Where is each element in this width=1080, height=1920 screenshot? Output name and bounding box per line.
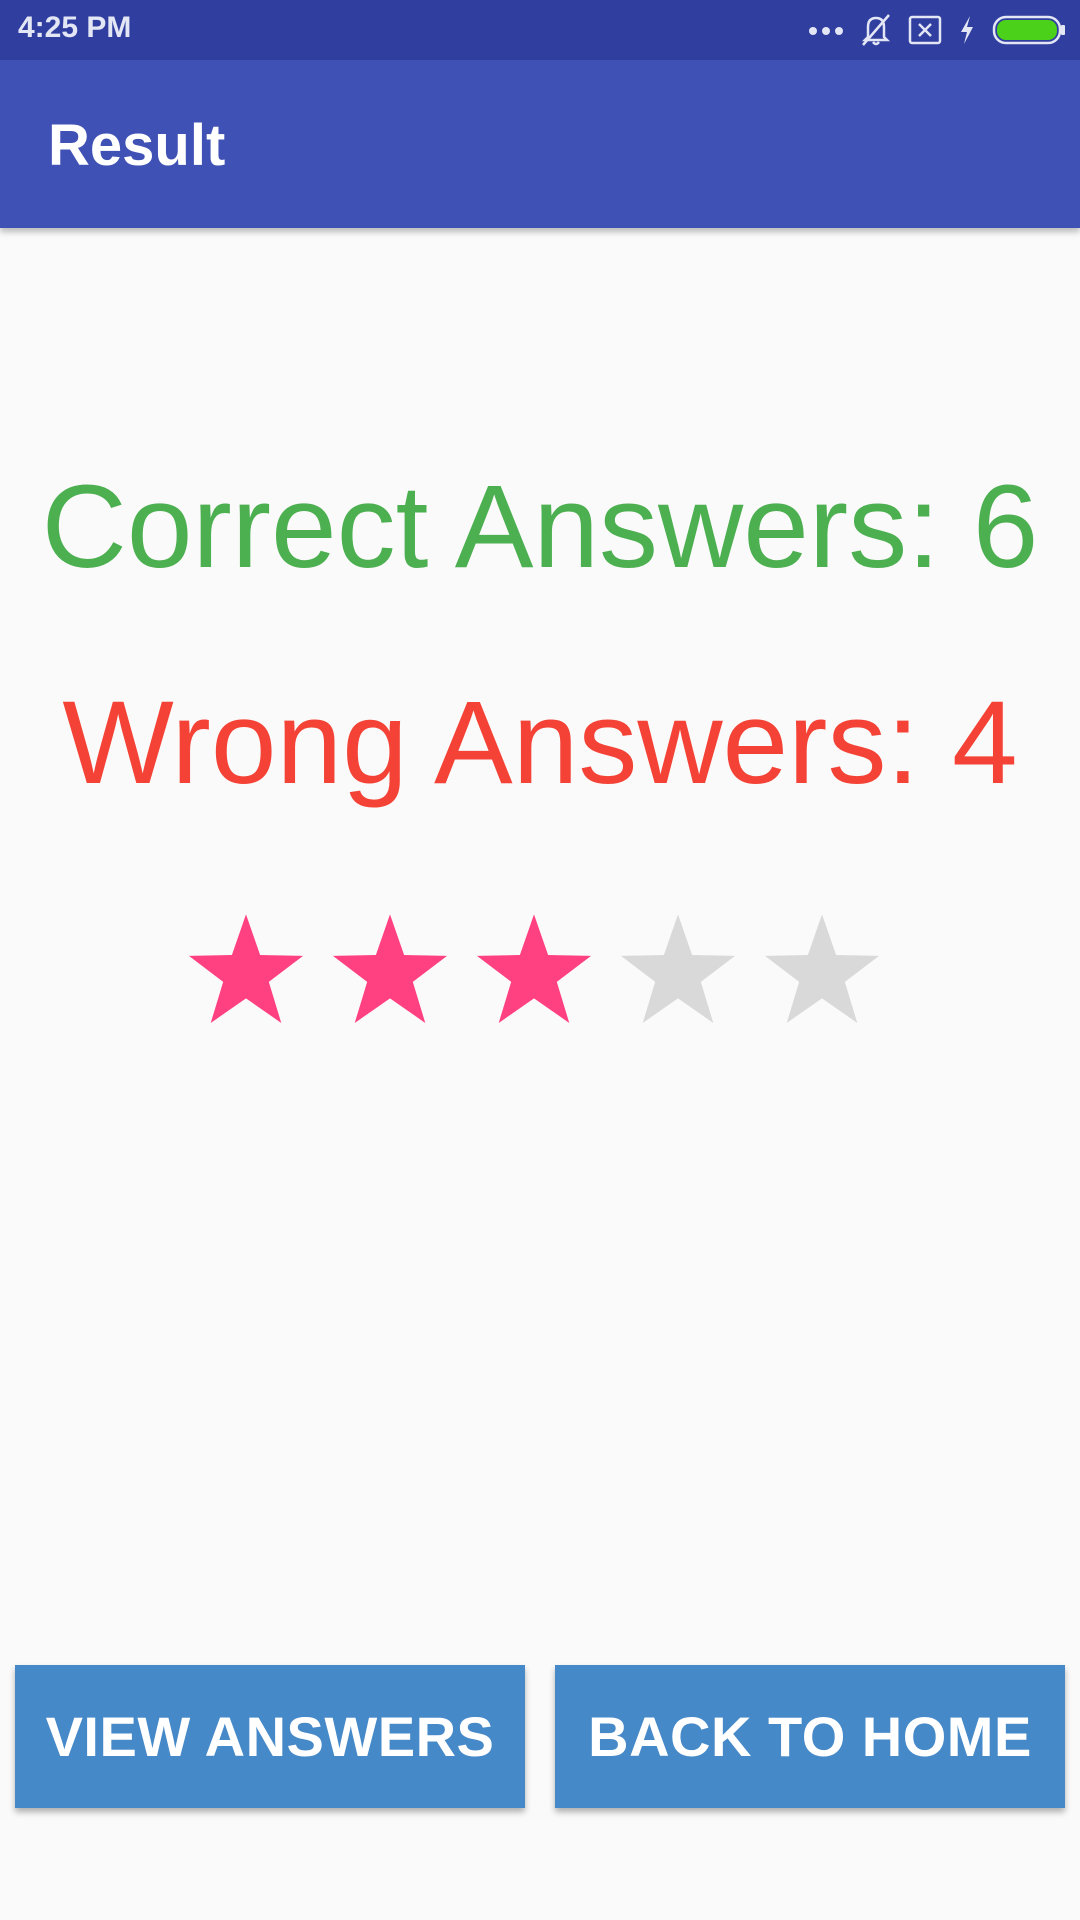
status-icons [808,10,1066,50]
star-icon[interactable] [330,912,450,1032]
app-bar: Result [0,60,1080,228]
view-answers-button[interactable]: VIEW ANSWERS [15,1665,525,1808]
star-icon[interactable] [762,912,882,1032]
wrong-answers-text: Wrong Answers: 4 [62,677,1018,809]
star-icon[interactable] [618,912,738,1032]
star-icon[interactable] [474,912,594,1032]
rating-bar[interactable] [186,912,906,1036]
status-time: 4:25 PM [18,11,132,44]
battery-icon [992,15,1066,45]
status-bar: 4:25 PM [0,0,1080,60]
back-to-home-button[interactable]: BACK TO HOME [555,1665,1065,1808]
result-screen: 4:25 PM Result Correct Answers: 6 Wrong … [0,0,1080,1920]
charging-bolt-icon [958,15,976,45]
more-dots-icon [808,24,844,36]
star-icon[interactable] [186,912,306,1032]
sim-error-icon [908,15,942,45]
page-title: Result [48,113,226,178]
bell-off-icon [860,13,892,47]
correct-answers-text: Correct Answers: 6 [41,461,1039,593]
